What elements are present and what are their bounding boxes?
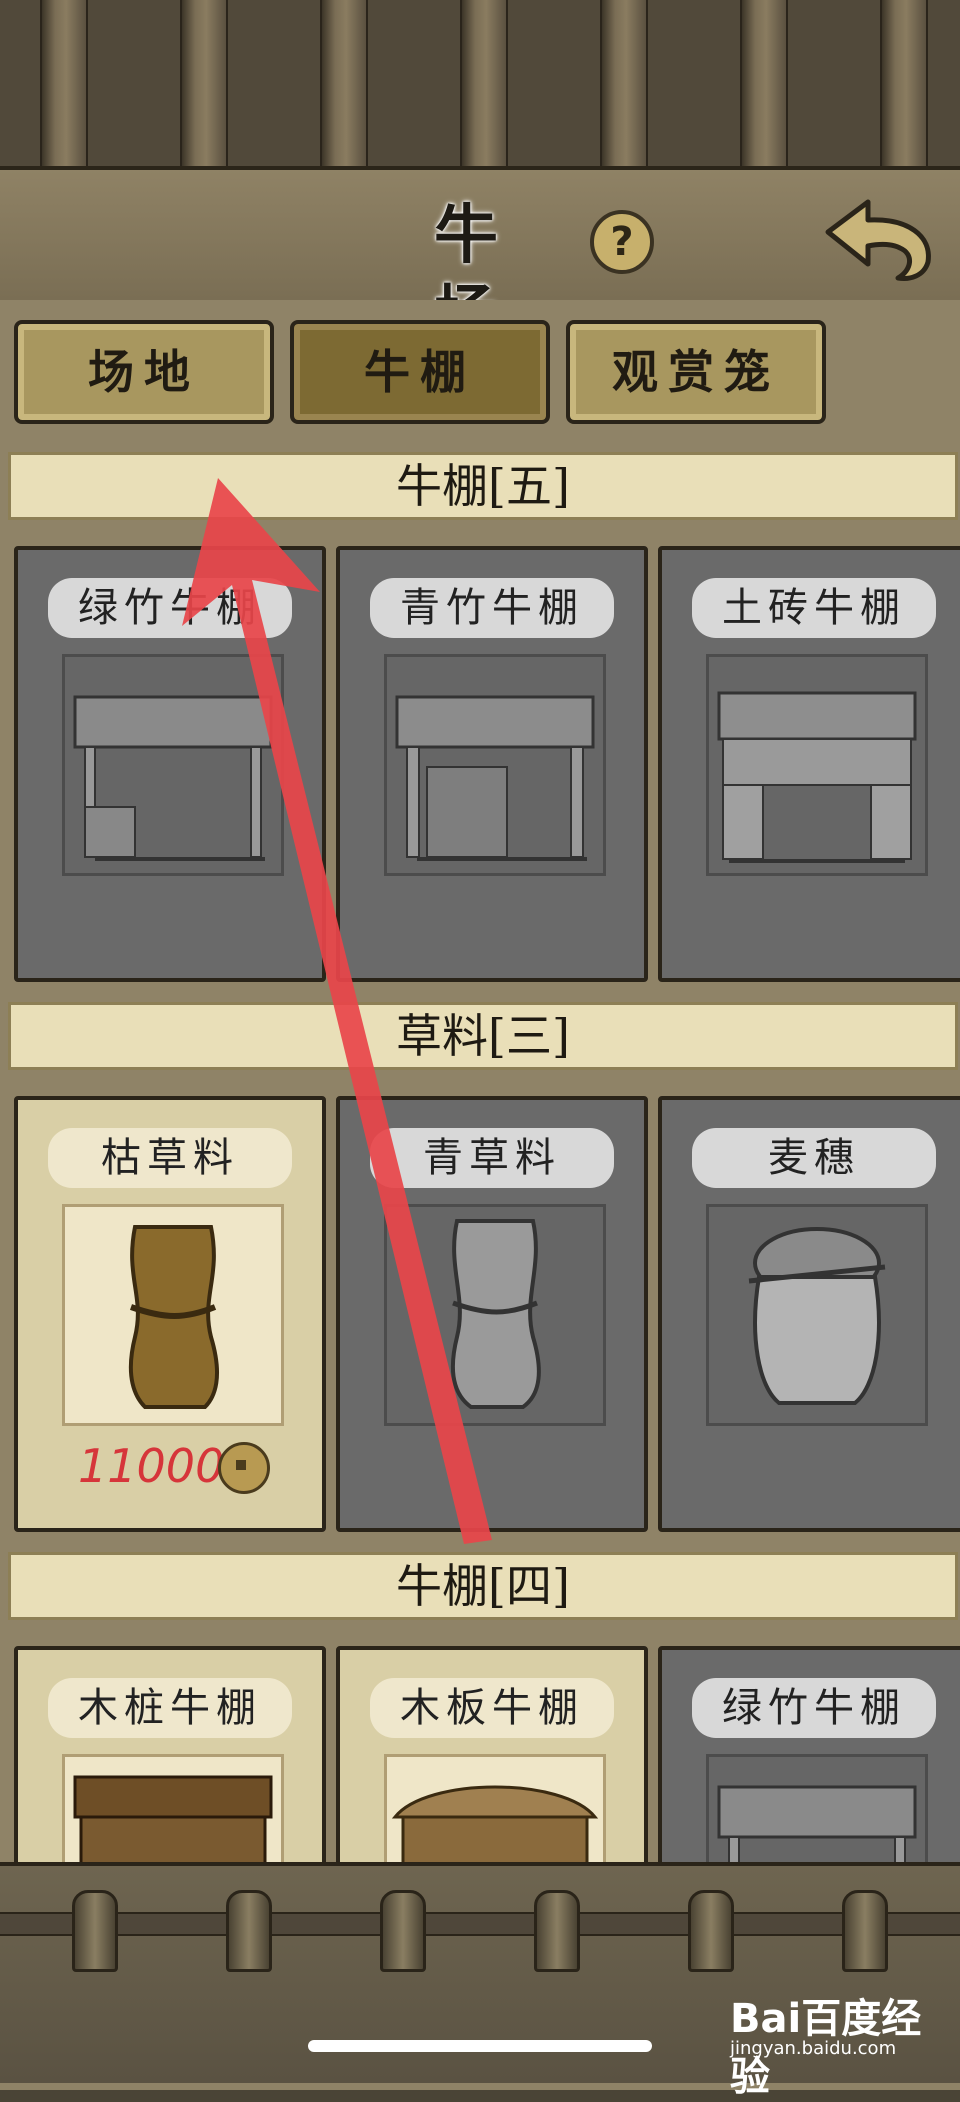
annotation-arrow (182, 478, 492, 1544)
